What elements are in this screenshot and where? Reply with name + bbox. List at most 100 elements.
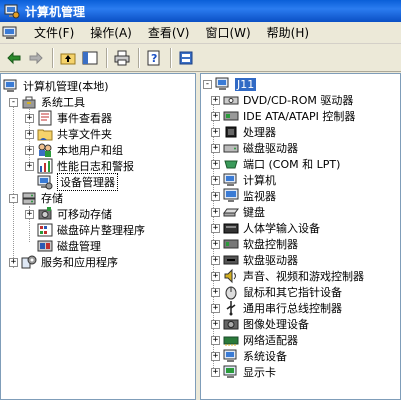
- device-label: 图像处理设备: [243, 318, 309, 331]
- expand-toggle[interactable]: +: [211, 303, 220, 313]
- tree-item-storage[interactable]: - 存储: [9, 190, 63, 206]
- device-category-imaging[interactable]: + 图像处理设备: [211, 316, 309, 332]
- device-category-processor[interactable]: + 处理器: [211, 124, 276, 140]
- tree-item-system-tools[interactable]: - 系统工具: [9, 94, 85, 110]
- expand-toggle[interactable]: +: [211, 287, 220, 297]
- expand-toggle[interactable]: +: [211, 351, 220, 361]
- show-hide-tree-button[interactable]: [80, 48, 100, 68]
- print-button[interactable]: [112, 48, 132, 68]
- display-adapter-icon: [223, 365, 237, 378]
- device-label: 软盘控制器: [243, 238, 298, 251]
- system-menu-icon[interactable]: [2, 25, 20, 41]
- camera-icon: [223, 319, 239, 330]
- tree-label: 性能日志和警报: [57, 160, 134, 173]
- collapse-toggle[interactable]: -: [203, 79, 212, 89]
- console-tree-pane[interactable]: 计算机管理(本地) - 系统工具 + 事件查看器 + 共享文件夹 + 本地用户和…: [0, 73, 196, 400]
- expand-toggle[interactable]: +: [211, 335, 220, 345]
- expand-toggle[interactable]: +: [25, 145, 34, 155]
- collapse-toggle[interactable]: -: [9, 193, 18, 203]
- shared-folder-icon: [37, 129, 53, 141]
- device-category-keyboard[interactable]: + 键盘: [211, 204, 265, 220]
- tree-item-removable-storage[interactable]: + 可移动存储: [25, 206, 112, 222]
- expand-toggle[interactable]: +: [9, 257, 18, 267]
- tree-item-defrag[interactable]: 磁盘碎片整理程序: [37, 222, 145, 238]
- device-category-floppy-controller[interactable]: + 软盘控制器: [211, 236, 298, 252]
- device-category-mouse[interactable]: + 鼠标和其它指针设备: [211, 284, 342, 300]
- menu-file[interactable]: 文件(F): [26, 24, 82, 41]
- tree-item-services-apps[interactable]: + 服务和应用程序: [9, 254, 118, 270]
- computer-management-icon: [3, 79, 17, 92]
- expand-toggle[interactable]: +: [211, 143, 220, 153]
- menu-window[interactable]: 窗口(W): [197, 24, 258, 41]
- menu-view[interactable]: 查看(V): [140, 24, 198, 41]
- keyboard-icon: [223, 208, 239, 217]
- tree-label: 存储: [41, 192, 63, 205]
- computer-icon: [215, 77, 229, 90]
- expand-toggle[interactable]: +: [211, 95, 220, 105]
- tree-label: 设备管理器: [57, 173, 118, 191]
- expand-toggle[interactable]: +: [211, 255, 220, 265]
- device-tree-pane[interactable]: - J11 + DVD/CD-ROM 驱动器 + IDE ATA/ATAPI 控…: [200, 73, 401, 400]
- properties-button[interactable]: [176, 48, 196, 68]
- tree-root-computer-management[interactable]: 计算机管理(本地): [3, 78, 109, 94]
- expand-toggle[interactable]: +: [25, 129, 34, 139]
- tree-item-local-users[interactable]: + 本地用户和组: [25, 142, 123, 158]
- forward-button[interactable]: [26, 48, 46, 68]
- collapse-toggle[interactable]: -: [9, 97, 18, 107]
- device-category-display[interactable]: + 显示卡: [211, 364, 276, 380]
- device-manager-icon: [37, 175, 53, 190]
- svg-text:?: ?: [151, 52, 157, 65]
- toolbar-separator: [170, 47, 172, 68]
- device-category-disk[interactable]: + 磁盘驱动器: [211, 140, 298, 156]
- expand-toggle[interactable]: +: [211, 319, 220, 329]
- device-label: 处理器: [243, 126, 276, 139]
- device-category-usb[interactable]: + 通用串行总线控制器: [211, 300, 342, 316]
- expand-toggle[interactable]: +: [211, 207, 220, 217]
- title-bar[interactable]: 计算机管理: [0, 0, 401, 22]
- device-category-sound[interactable]: + 声音、视频和游戏控制器: [211, 268, 364, 284]
- tree-line: [13, 102, 14, 268]
- device-category-hid[interactable]: + 人体学输入设备: [211, 220, 320, 236]
- device-category-ports[interactable]: + 端口 (COM 和 LPT): [211, 156, 340, 172]
- help-button[interactable]: ?: [144, 48, 164, 68]
- device-category-dvd[interactable]: + DVD/CD-ROM 驱动器: [211, 92, 353, 108]
- expand-toggle[interactable]: +: [211, 271, 220, 281]
- menu-help[interactable]: 帮助(H): [259, 24, 317, 41]
- expand-toggle[interactable]: +: [211, 191, 220, 201]
- tree-label: 磁盘管理: [57, 240, 101, 253]
- device-category-network[interactable]: + 网络适配器: [211, 332, 298, 348]
- device-category-computer[interactable]: + 计算机: [211, 172, 276, 188]
- expand-toggle[interactable]: +: [211, 175, 220, 185]
- tree-label: 可移动存储: [57, 208, 112, 221]
- expand-toggle[interactable]: +: [25, 161, 34, 171]
- tree-item-device-manager[interactable]: 设备管理器: [37, 173, 118, 191]
- device-category-floppy-drive[interactable]: + 软盘驱动器: [211, 252, 298, 268]
- removable-storage-icon: [38, 207, 52, 220]
- device-tree-root[interactable]: - J11: [203, 76, 257, 92]
- expand-toggle[interactable]: +: [211, 223, 220, 233]
- expand-toggle[interactable]: +: [25, 113, 34, 123]
- device-label: 磁盘驱动器: [243, 142, 298, 155]
- expand-toggle[interactable]: +: [25, 209, 34, 219]
- tree-item-shared-folders[interactable]: + 共享文件夹: [25, 126, 112, 142]
- port-icon: [224, 160, 238, 169]
- menu-action[interactable]: 操作(A): [82, 24, 140, 41]
- back-button[interactable]: [4, 48, 24, 68]
- expand-toggle[interactable]: +: [211, 159, 220, 169]
- device-category-ide[interactable]: + IDE ATA/ATAPI 控制器: [211, 108, 355, 124]
- expand-toggle[interactable]: +: [211, 239, 220, 249]
- expand-toggle[interactable]: +: [211, 111, 220, 121]
- device-category-system[interactable]: + 系统设备: [211, 348, 287, 364]
- up-button[interactable]: [58, 48, 78, 68]
- tree-item-event-viewer[interactable]: + 事件查看器: [25, 110, 112, 126]
- expand-toggle[interactable]: +: [211, 127, 220, 137]
- expand-toggle[interactable]: +: [211, 367, 220, 377]
- tools-icon: [22, 96, 36, 109]
- tree-item-perf-logs[interactable]: + 性能日志和警报: [25, 158, 134, 174]
- tree-label: 本地用户和组: [57, 144, 123, 157]
- device-category-monitor[interactable]: + 监视器: [211, 188, 276, 204]
- device-label: 网络适配器: [243, 334, 298, 347]
- tree-item-disk-management[interactable]: 磁盘管理: [37, 238, 101, 254]
- menu-bar: 文件(F) 操作(A) 查看(V) 窗口(W) 帮助(H): [0, 22, 401, 44]
- tree-label: 计算机管理(本地): [23, 80, 109, 93]
